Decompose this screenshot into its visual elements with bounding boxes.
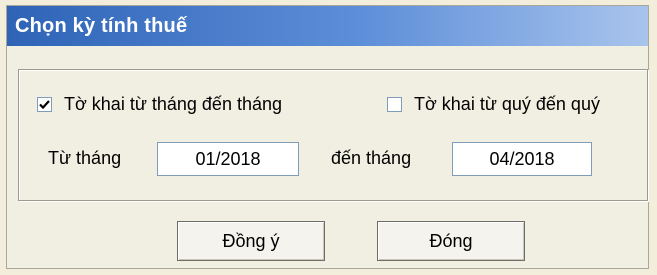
close-button[interactable]: Đóng bbox=[377, 221, 525, 261]
from-month-label: Từ tháng bbox=[48, 148, 122, 168]
by-quarter-option[interactable]: Tờ khai từ quý đến quý bbox=[387, 94, 600, 115]
period-options-group bbox=[18, 69, 648, 201]
ok-button-label: Đồng ý bbox=[222, 230, 280, 251]
by-quarter-label: Tờ khai từ quý đến quý bbox=[414, 94, 600, 114]
close-button-label: Đóng bbox=[429, 230, 473, 251]
by-quarter-checkbox[interactable] bbox=[387, 97, 402, 112]
by-month-option[interactable]: Tờ khai từ tháng đến tháng bbox=[37, 94, 282, 115]
to-month-label: đến tháng bbox=[331, 148, 412, 168]
by-month-checkbox[interactable] bbox=[37, 97, 52, 112]
from-month-input[interactable]: 01/2018 bbox=[157, 142, 299, 176]
dialog-titlebar: Chọn kỳ tính thuế bbox=[7, 6, 648, 46]
by-month-label: Tờ khai từ tháng đến tháng bbox=[64, 94, 282, 114]
to-month-input[interactable]: 04/2018 bbox=[452, 142, 592, 176]
tax-period-dialog: Chọn kỳ tính thuế Tờ khai từ tháng đến t… bbox=[6, 5, 649, 269]
checkmark-icon bbox=[39, 100, 50, 110]
ok-button[interactable]: Đồng ý bbox=[177, 221, 325, 261]
dialog-title: Chọn kỳ tính thuế bbox=[15, 14, 188, 37]
